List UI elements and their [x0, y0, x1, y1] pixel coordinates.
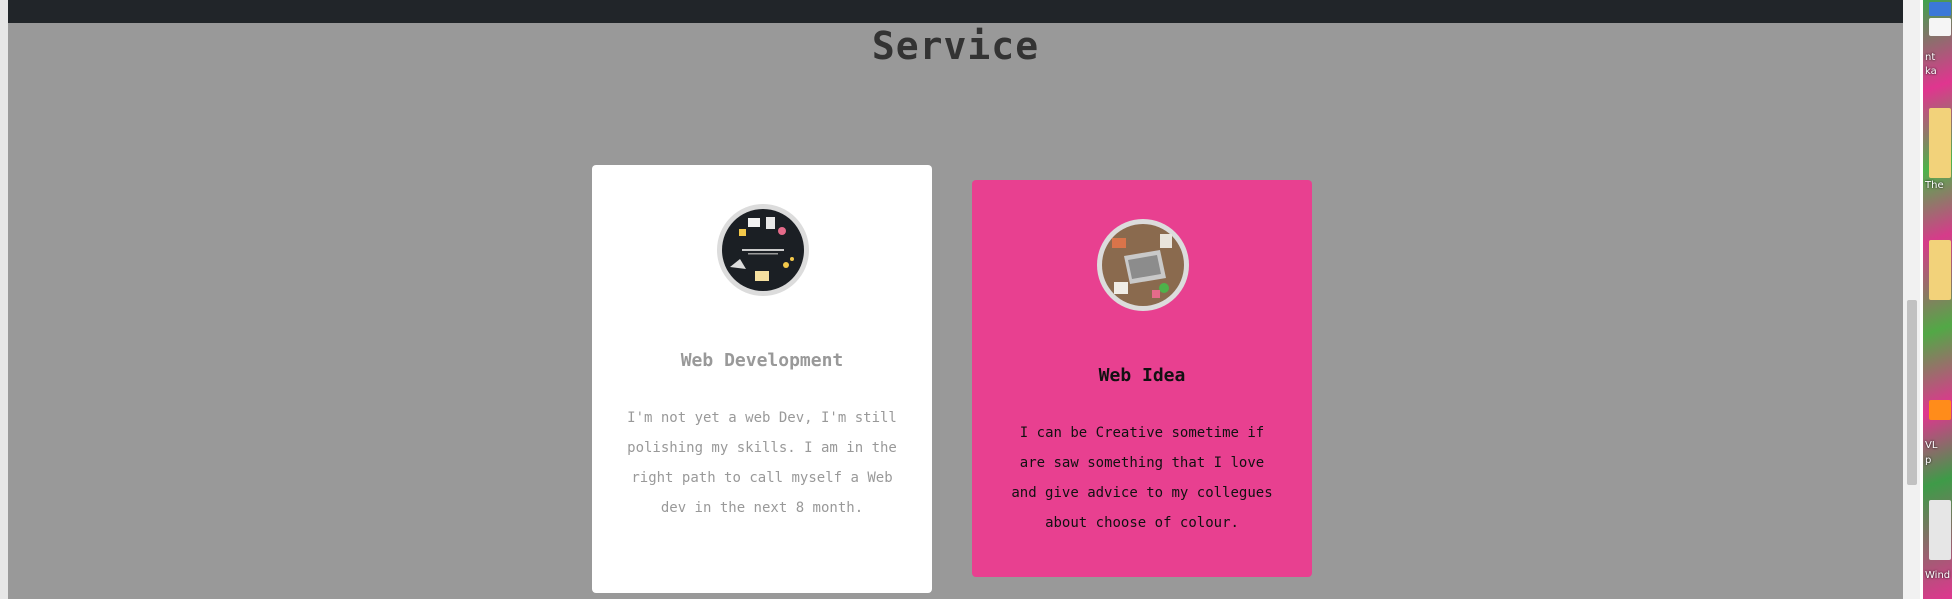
desktop-label: nt: [1925, 52, 1936, 63]
desktop-label: p: [1925, 455, 1932, 466]
scrollbar-thumb[interactable]: [1907, 300, 1917, 485]
desktop-background: nt ka The VL p Wind: [1923, 0, 1952, 599]
vlc-icon[interactable]: [1929, 400, 1951, 420]
desktop-app-icon[interactable]: [1929, 2, 1951, 16]
web-development-image-icon: [717, 204, 809, 296]
windows-app-icon[interactable]: [1929, 500, 1951, 560]
web-idea-image-icon: [1097, 219, 1189, 311]
desktop-label: Wind: [1925, 570, 1951, 581]
folder-icon[interactable]: [1929, 240, 1951, 300]
desktop-label: ka: [1925, 66, 1937, 77]
desktop-label: VL: [1925, 440, 1938, 451]
desktop-label: The: [1925, 180, 1944, 191]
service-card-web-development[interactable]: Web Development I'm not yet a web Dev, I…: [592, 165, 932, 593]
card-title: Web Idea: [1098, 365, 1186, 386]
folder-icon[interactable]: [1929, 108, 1951, 178]
top-navbar: [8, 0, 1903, 23]
document-icon[interactable]: [1929, 18, 1951, 36]
card-description: I'm not yet a web Dev, I'm still polishi…: [627, 410, 897, 516]
page-content: Service Web Development I'm not yet a we…: [8, 23, 1903, 599]
service-card-web-idea[interactable]: Web Idea I can be Creative sometime if a…: [972, 180, 1312, 577]
card-description: I can be Creative sometime if are saw so…: [1011, 425, 1273, 531]
section-title: Service: [871, 24, 1040, 68]
card-title: Web Development: [680, 350, 844, 371]
window-left-edge: [0, 0, 8, 599]
